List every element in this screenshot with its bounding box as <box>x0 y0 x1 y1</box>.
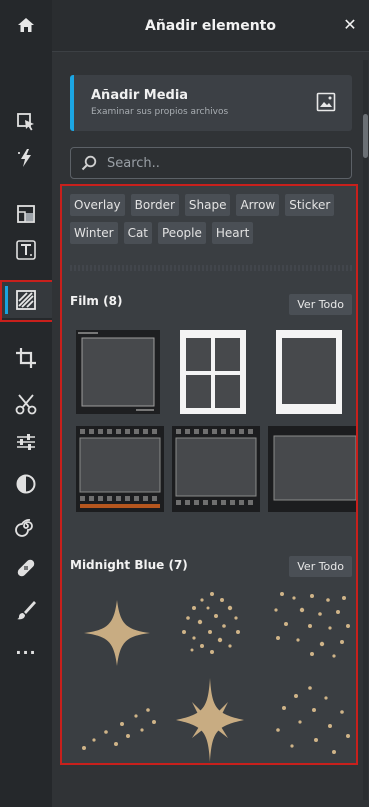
select-tool[interactable] <box>0 104 52 140</box>
add-element-panel: Añadir elemento ✕ Añadir Media Examinar … <box>52 0 369 807</box>
tag-people[interactable]: People <box>158 222 206 244</box>
text-tool[interactable] <box>0 232 52 268</box>
contact-sheet-image <box>180 330 246 414</box>
panel-title: Añadir elemento <box>145 17 276 34</box>
search-input[interactable] <box>107 155 337 171</box>
selection-highlight <box>0 280 60 322</box>
midnight-thumb-6[interactable] <box>268 682 354 763</box>
spiral-icon <box>15 519 33 537</box>
gold-dots-image <box>276 686 350 754</box>
scrollbar-thumb[interactable] <box>363 114 368 158</box>
close-icon[interactable]: ✕ <box>341 16 359 34</box>
frame-icon <box>17 205 35 223</box>
midnight-thumb-5[interactable] <box>172 674 248 763</box>
left-toolbar: ··· <box>0 0 52 807</box>
gold-dots-image <box>82 708 156 750</box>
see-all-midnight-blue-button[interactable]: Ver Todo <box>289 556 352 577</box>
midnight-thumb-1[interactable] <box>78 594 156 672</box>
home-icon <box>18 18 34 32</box>
magic-icon <box>18 149 31 167</box>
add-media-title: Añadir Media <box>91 88 189 103</box>
tag-winter[interactable]: Winter <box>70 222 118 244</box>
eight-point-star-image <box>176 678 244 762</box>
text-icon <box>16 240 36 260</box>
tag-overlay[interactable]: Overlay <box>70 194 125 216</box>
healing-tool[interactable] <box>0 550 52 586</box>
add-media-button[interactable]: Añadir Media Examinar sus propios archiv… <box>70 75 352 131</box>
adjust-icon <box>17 434 35 450</box>
more-tools[interactable]: ··· <box>0 634 52 670</box>
film-thumb-3[interactable] <box>276 330 342 414</box>
home-button[interactable] <box>0 0 52 50</box>
image-icon <box>316 92 336 112</box>
cut-tool[interactable] <box>0 386 52 422</box>
select-icon <box>17 113 34 131</box>
contrast-tool[interactable] <box>0 466 52 502</box>
film-strip-image <box>172 426 260 512</box>
crop-tool[interactable] <box>0 340 52 376</box>
cut-icon <box>15 394 37 415</box>
film-strip-image <box>268 426 356 512</box>
tag-list: Overlay Border Shape Arrow Sticker Winte… <box>70 194 352 244</box>
four-point-star-image <box>84 600 150 666</box>
add-media-subtitle: Examinar sus propios archivos <box>91 107 229 117</box>
film-thumb-2[interactable] <box>180 330 246 414</box>
tag-shape[interactable]: Shape <box>184 194 231 216</box>
crop-icon <box>16 348 36 368</box>
frame-tool[interactable] <box>0 196 52 232</box>
contrast-icon <box>16 474 36 494</box>
midnight-thumb-4[interactable] <box>76 690 160 763</box>
tag-sticker[interactable]: Sticker <box>285 194 335 216</box>
elements-content: Overlay Border Shape Arrow Sticker Winte… <box>60 184 358 765</box>
brush-tool[interactable] <box>0 592 52 628</box>
accent-bar <box>70 75 74 131</box>
polaroid-frame-image <box>276 330 342 414</box>
spiral-tool[interactable] <box>0 508 52 544</box>
tag-arrow[interactable]: Arrow <box>236 194 280 216</box>
midnight-thumb-3[interactable] <box>268 586 354 666</box>
film-frame-image <box>76 330 160 414</box>
divider <box>70 265 352 271</box>
film-thumb-6[interactable] <box>268 426 356 512</box>
magic-tool[interactable] <box>0 140 52 176</box>
see-all-film-button[interactable]: Ver Todo <box>289 294 352 315</box>
film-strip-image <box>76 426 164 512</box>
tag-heart[interactable]: Heart <box>211 222 254 244</box>
adjust-tool[interactable] <box>0 424 52 460</box>
panel-header: Añadir elemento ✕ <box>52 0 369 52</box>
scrollbar-track[interactable] <box>363 60 368 800</box>
tag-border[interactable]: Border <box>130 194 179 216</box>
section-title-midnight-blue: Midnight Blue (7) <box>70 558 188 572</box>
search-field[interactable] <box>70 147 352 179</box>
film-thumb-4[interactable] <box>76 426 164 512</box>
film-thumb-5[interactable] <box>172 426 260 512</box>
gold-dots-image <box>274 592 350 658</box>
bandage-icon <box>17 559 35 577</box>
film-thumb-1[interactable] <box>76 330 160 414</box>
midnight-thumb-2[interactable] <box>172 586 252 666</box>
more-icon: ··· <box>15 642 37 662</box>
section-title-film: Film (8) <box>70 294 123 308</box>
gold-dots-image <box>182 592 240 654</box>
tag-cat[interactable]: Cat <box>123 222 152 244</box>
brush-icon <box>17 601 36 620</box>
search-icon <box>81 155 97 171</box>
